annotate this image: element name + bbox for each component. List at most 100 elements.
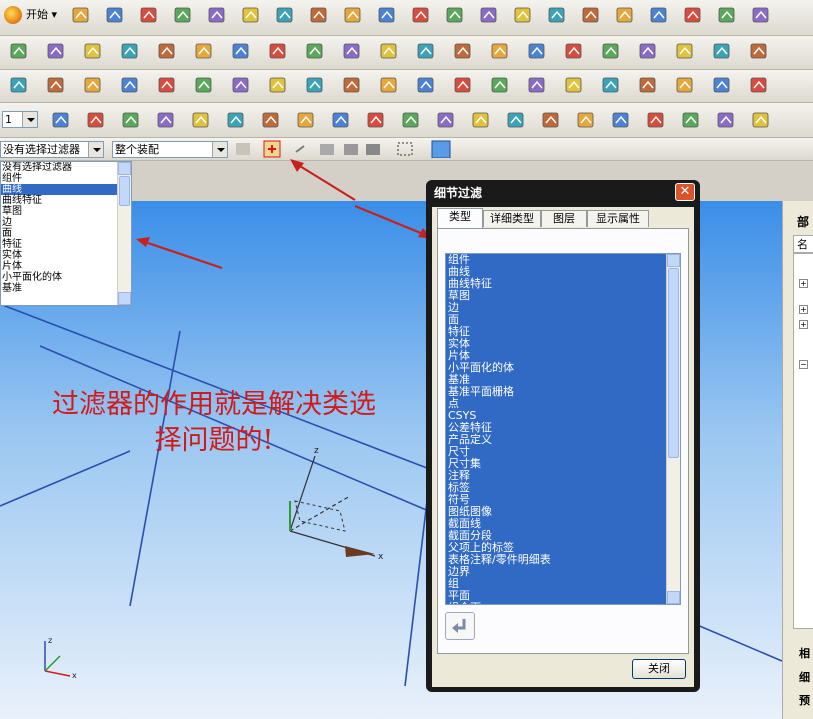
tab-type[interactable]: 类型	[437, 208, 483, 228]
filter-select[interactable]: 没有选择过滤器	[0, 141, 104, 158]
type-list-item[interactable]: 小平面化的体	[446, 362, 680, 374]
boolean-icon[interactable]	[230, 74, 252, 96]
display-box-icon[interactable]	[750, 4, 772, 26]
panel-section-3[interactable]: 预	[799, 692, 810, 708]
filter-list-item[interactable]: 边	[1, 217, 131, 228]
pocket-icon[interactable]	[341, 74, 363, 96]
sweep-icon[interactable]	[119, 40, 141, 62]
scope-select[interactable]: 整个装配	[112, 141, 228, 158]
hide-icon[interactable]	[645, 109, 667, 131]
type-list-item[interactable]: 组合面	[446, 602, 680, 605]
run-icon[interactable]	[365, 109, 387, 131]
csys-yc-icon[interactable]	[295, 109, 317, 131]
type-list-item[interactable]: 尺寸集	[446, 458, 680, 470]
filter-list-scrollbar[interactable]	[117, 162, 131, 305]
scroll-thumb[interactable]	[668, 268, 679, 458]
corner-icon[interactable]	[378, 40, 400, 62]
type-list-item[interactable]: 边	[446, 302, 680, 314]
point-icon[interactable]	[8, 74, 30, 96]
block-icon[interactable]	[82, 74, 104, 96]
undo-icon[interactable]	[172, 4, 194, 26]
explode-icon[interactable]	[563, 74, 585, 96]
polygon-icon[interactable]	[415, 40, 437, 62]
type-list-item[interactable]: 平面	[446, 590, 680, 602]
type-list-item[interactable]: 组件	[446, 254, 680, 266]
save-icon[interactable]	[138, 4, 160, 26]
xform-icon[interactable]	[748, 74, 770, 96]
scroll-down-icon[interactable]	[118, 292, 131, 305]
zoom-icon[interactable]	[410, 4, 432, 26]
panel-tree[interactable]: + + + −	[793, 253, 813, 629]
type-list-item[interactable]: 组	[446, 578, 680, 590]
revolve-icon[interactable]	[82, 40, 104, 62]
spline-icon[interactable]	[489, 40, 511, 62]
sketch-icon[interactable]	[716, 4, 738, 26]
plus-icon[interactable]	[341, 40, 363, 62]
play-icon[interactable]	[400, 109, 422, 131]
datum-icon[interactable]	[156, 40, 178, 62]
line-icon[interactable]	[230, 40, 252, 62]
tangent-icon[interactable]	[600, 40, 622, 62]
draft-icon[interactable]	[711, 74, 733, 96]
pad-icon[interactable]	[452, 74, 474, 96]
type-list-item[interactable]: 实体	[446, 338, 680, 350]
type-list-item[interactable]: 产品定义	[446, 434, 680, 446]
csys-offset-icon[interactable]	[190, 109, 212, 131]
expand-icon[interactable]: +	[799, 320, 808, 329]
view-icon[interactable]	[546, 4, 568, 26]
type-list-item[interactable]: 曲线特征	[446, 278, 680, 290]
rotate-icon[interactable]	[478, 4, 500, 26]
groove-icon[interactable]	[415, 74, 437, 96]
panel-section-1[interactable]: 相	[799, 645, 810, 661]
show-icon[interactable]	[680, 109, 702, 131]
text-icon[interactable]	[304, 40, 326, 62]
filter-list-item[interactable]: 片体	[1, 261, 131, 272]
circle-icon[interactable]	[452, 40, 474, 62]
expand-icon[interactable]: +	[799, 279, 808, 288]
project-icon[interactable]	[563, 40, 585, 62]
move-icon[interactable]	[470, 109, 492, 131]
csys-absolute-icon[interactable]	[225, 109, 247, 131]
extrude-icon[interactable]	[45, 40, 67, 62]
pan-icon[interactable]	[512, 4, 534, 26]
csys-xc-icon[interactable]	[260, 109, 282, 131]
type-list-item[interactable]: 表格注释/零件明细表	[446, 554, 680, 566]
tab-detail-type[interactable]: 详细类型	[483, 210, 541, 227]
filter-list-item[interactable]: 组件	[1, 173, 131, 184]
layer-icon[interactable]	[610, 109, 632, 131]
filter-list-item[interactable]: 曲线	[1, 184, 131, 195]
csys-dynamic-icon[interactable]	[155, 109, 177, 131]
new-file-icon[interactable]	[70, 4, 92, 26]
type-list-item[interactable]: 标签	[446, 482, 680, 494]
replace-icon[interactable]	[505, 109, 527, 131]
zoom-in-icon[interactable]	[444, 4, 466, 26]
cylinder-icon[interactable]	[119, 74, 141, 96]
sphere-icon[interactable]	[193, 74, 215, 96]
mesh-icon[interactable]	[674, 40, 696, 62]
cone-icon[interactable]	[156, 74, 178, 96]
scroll-down-icon[interactable]	[667, 591, 680, 604]
measure-icon[interactable]	[193, 40, 215, 62]
wave-icon[interactable]	[715, 109, 737, 131]
scroll-thumb[interactable]	[119, 176, 130, 206]
type-list-item[interactable]: 尺寸	[446, 446, 680, 458]
type-list-item[interactable]: 特征	[446, 326, 680, 338]
blend-icon[interactable]	[600, 74, 622, 96]
chamfer-icon[interactable]	[637, 74, 659, 96]
constraint-icon[interactable]	[540, 109, 562, 131]
surface-icon[interactable]	[637, 40, 659, 62]
boss-icon[interactable]	[304, 74, 326, 96]
close-icon[interactable]: ✕	[675, 183, 695, 201]
shell-icon[interactable]	[674, 74, 696, 96]
csys-save-icon[interactable]	[330, 109, 352, 131]
zoom-region-icon[interactable]	[376, 4, 398, 26]
cube-icon[interactable]	[580, 4, 602, 26]
type-list-scrollbar[interactable]	[666, 254, 680, 604]
hole-icon[interactable]	[267, 74, 289, 96]
filter-dropdown-list[interactable]: 没有选择过滤器 组件 曲线 曲线特征 草图边面特征 实体 片体 小平面化的体 基准	[0, 161, 132, 306]
layer-select[interactable]: 1	[2, 111, 38, 128]
filter-list-item[interactable]: 特征	[1, 239, 131, 250]
csys-icon[interactable]	[50, 109, 72, 131]
copy-icon[interactable]	[274, 4, 296, 26]
redo-icon[interactable]	[206, 4, 228, 26]
